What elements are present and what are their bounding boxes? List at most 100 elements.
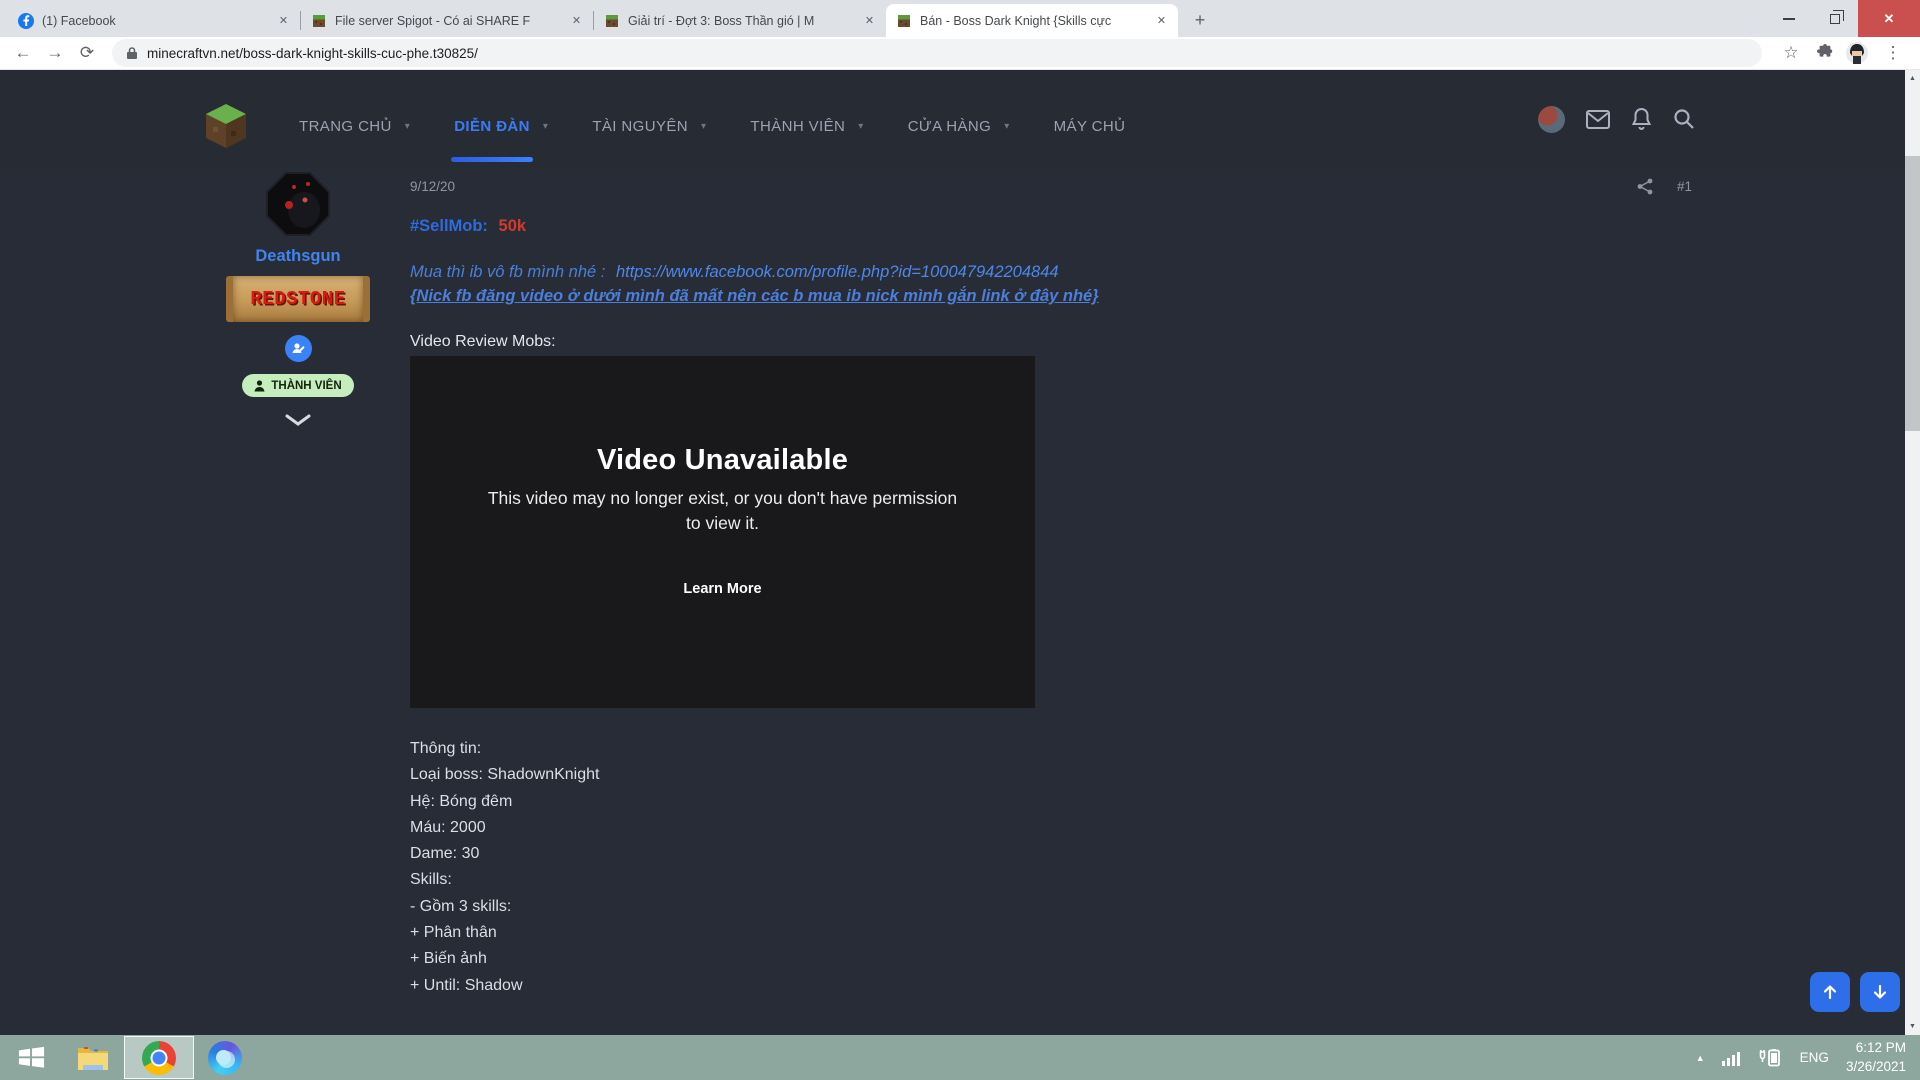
scroll-to-top-button[interactable] <box>1810 972 1850 1012</box>
chevron-down-icon: ▾ <box>405 121 410 132</box>
chevron-down-icon: ▾ <box>1004 121 1009 132</box>
sell-price: 50k <box>499 217 527 235</box>
tab-title: File server Spigot - Có ai SHARE F <box>335 14 560 28</box>
sell-tag[interactable]: #SellMob: <box>410 217 488 235</box>
bookmark-star-icon[interactable]: ☆ <box>1778 40 1804 66</box>
info-line: Máu: 2000 <box>410 815 1700 841</box>
back-button[interactable]: ← <box>10 40 36 66</box>
close-button[interactable]: ✕ <box>1858 0 1920 37</box>
learn-more-link[interactable]: Learn More <box>683 581 761 597</box>
padlock-icon <box>126 46 138 60</box>
role-badge-label: THÀNH VIÊN <box>271 380 341 392</box>
refresh-button[interactable]: ⟳ <box>74 40 100 66</box>
info-line: Skills: <box>410 867 1700 893</box>
note-line[interactable]: {Nick fb đăng video ở dưới mình đã mất n… <box>410 287 1700 306</box>
author-avatar[interactable] <box>264 170 332 238</box>
expand-chevron-icon[interactable] <box>285 414 311 426</box>
nav-label: THÀNH VIÊN <box>750 118 845 135</box>
nav-item-trang-chu[interactable]: TRANG CHỦ ▾ <box>299 118 410 135</box>
nav-item-may-chu[interactable]: MÁY CHỦ <box>1054 118 1126 135</box>
info-line: + Until: Shadow <box>410 973 1700 999</box>
new-tab-button[interactable]: + <box>1186 6 1214 34</box>
info-line: - Gồm 3 skills: <box>410 894 1700 920</box>
post-author-panel: Deathsgun REDSTONE THÀNH VIÊN <box>222 170 374 426</box>
window-controls: ✕ <box>1766 0 1920 37</box>
address-bar[interactable]: minecraftvn.net/boss-dark-knight-skills-… <box>112 39 1762 67</box>
nav-item-dien-dan[interactable]: DIỄN ĐÀN ▾ <box>454 118 548 135</box>
post-body: 9/12/20 #1 #SellMob: 50k Mua thì ib vô f… <box>410 178 1700 999</box>
restore-button[interactable] <box>1812 0 1858 37</box>
facebook-icon <box>18 13 34 29</box>
rank-banner: REDSTONE <box>226 276 370 322</box>
search-icon[interactable] <box>1673 108 1695 130</box>
tab-ban-boss-dark-knight-active[interactable]: Bán - Boss Dark Knight {Skills cực ✕ <box>886 4 1178 37</box>
taskbar-clock[interactable]: 6:12 PM 3/26/2021 <box>1846 1039 1906 1075</box>
video-section-label: Video Review Mobs: <box>410 333 1700 351</box>
site-navbar: TRANG CHỦ ▾ DIỄN ĐÀN ▾ TÀI NGUYÊN ▾ THÀN… <box>0 70 1905 168</box>
minimize-button[interactable] <box>1766 0 1812 37</box>
tab-title: (1) Facebook <box>42 14 267 28</box>
scrollbar-down-arrow[interactable]: ▼ <box>1905 1019 1920 1034</box>
nav-item-cua-hang[interactable]: CỬA HÀNG ▾ <box>908 118 1010 135</box>
minecraft-icon <box>311 13 327 29</box>
boss-info-block: Thông tin: Loại boss: ShadownKnight Hệ: … <box>410 736 1700 999</box>
post-number[interactable]: #1 <box>1677 179 1692 194</box>
chevron-down-icon: ▾ <box>701 121 706 132</box>
info-line: Loại boss: ShadownKnight <box>410 762 1700 788</box>
site-logo-minecraft-block <box>205 103 247 149</box>
start-button[interactable] <box>0 1035 62 1080</box>
user-avatar[interactable] <box>1538 106 1565 133</box>
scroll-to-bottom-button[interactable] <box>1860 972 1900 1012</box>
toolbar-actions: ☆ ⋮ <box>1774 40 1910 66</box>
chevron-down-icon: ▾ <box>858 121 863 132</box>
author-username[interactable]: Deathsgun <box>255 247 340 266</box>
arrow-down-icon <box>1871 983 1889 1001</box>
swirl-browser-icon <box>208 1041 242 1075</box>
nav-label: MÁY CHỦ <box>1054 118 1126 135</box>
system-tray: ▲ ENG 6:12 PM 3/26/2021 <box>1696 1035 1920 1080</box>
tab-close-icon[interactable]: ✕ <box>1153 12 1170 29</box>
tab-giai-tri-boss-than-gio[interactable]: Giải trí - Đợt 3: Boss Thần gió | M ✕ <box>594 4 886 37</box>
battery-charging-icon[interactable] <box>1757 1049 1783 1067</box>
browser-scrollbar[interactable]: ▲ ▼ <box>1905 70 1920 1035</box>
minimize-icon <box>1783 18 1795 20</box>
arrow-up-icon <box>1821 983 1839 1001</box>
nav-item-thanh-vien[interactable]: THÀNH VIÊN ▾ <box>750 118 863 135</box>
share-icon[interactable] <box>1637 178 1653 195</box>
nav-item-tai-nguyen[interactable]: TÀI NGUYÊN ▾ <box>592 118 706 135</box>
file-explorer-icon <box>76 1043 110 1073</box>
tab-facebook[interactable]: (1) Facebook ✕ <box>8 4 300 37</box>
facebook-profile-link[interactable]: https://www.facebook.com/profile.php?id=… <box>616 263 1059 281</box>
clock-date: 3/26/2021 <box>1846 1058 1906 1076</box>
extensions-puzzle-icon[interactable] <box>1816 44 1834 62</box>
tab-file-server-spigot[interactable]: File server Spigot - Có ai SHARE F ✕ <box>301 4 593 37</box>
post-date[interactable]: 9/12/20 <box>410 179 455 194</box>
tab-title: Bán - Boss Dark Knight {Skills cực <box>920 14 1145 28</box>
clock-time: 6:12 PM <box>1846 1039 1906 1057</box>
tray-expand-icon[interactable]: ▲ <box>1696 1053 1705 1063</box>
video-unavailable-title: Video Unavailable <box>597 444 848 477</box>
browser-swirl-taskbar-button[interactable] <box>194 1035 256 1080</box>
windows-logo-icon <box>17 1043 46 1072</box>
notifications-bell-icon[interactable] <box>1631 107 1652 131</box>
file-explorer-button[interactable] <box>62 1035 124 1080</box>
minecraft-icon <box>896 13 912 29</box>
profile-avatar[interactable] <box>1846 42 1868 64</box>
chrome-taskbar-button[interactable] <box>124 1036 194 1079</box>
scrollbar-up-arrow[interactable]: ▲ <box>1905 71 1920 86</box>
tab-close-icon[interactable]: ✕ <box>568 12 585 29</box>
info-line: + Phân thân <box>410 920 1700 946</box>
tab-close-icon[interactable]: ✕ <box>861 12 878 29</box>
inbox-envelope-icon[interactable] <box>1586 110 1610 129</box>
chevron-down-icon: ▾ <box>543 121 548 132</box>
video-embed-unavailable: Video Unavailable This video may no long… <box>410 356 1035 708</box>
language-indicator[interactable]: ENG <box>1800 1050 1829 1065</box>
tab-close-icon[interactable]: ✕ <box>275 12 292 29</box>
nav-label: CỬA HÀNG <box>908 118 992 135</box>
forward-button[interactable]: → <box>42 40 68 66</box>
network-signal-icon[interactable] <box>1722 1050 1740 1066</box>
menu-dots-icon[interactable]: ⋮ <box>1880 40 1906 66</box>
scrollbar-thumb[interactable] <box>1905 156 1920 431</box>
info-line: Thông tin: <box>410 736 1700 762</box>
site-nav-user-area <box>1538 70 1695 168</box>
